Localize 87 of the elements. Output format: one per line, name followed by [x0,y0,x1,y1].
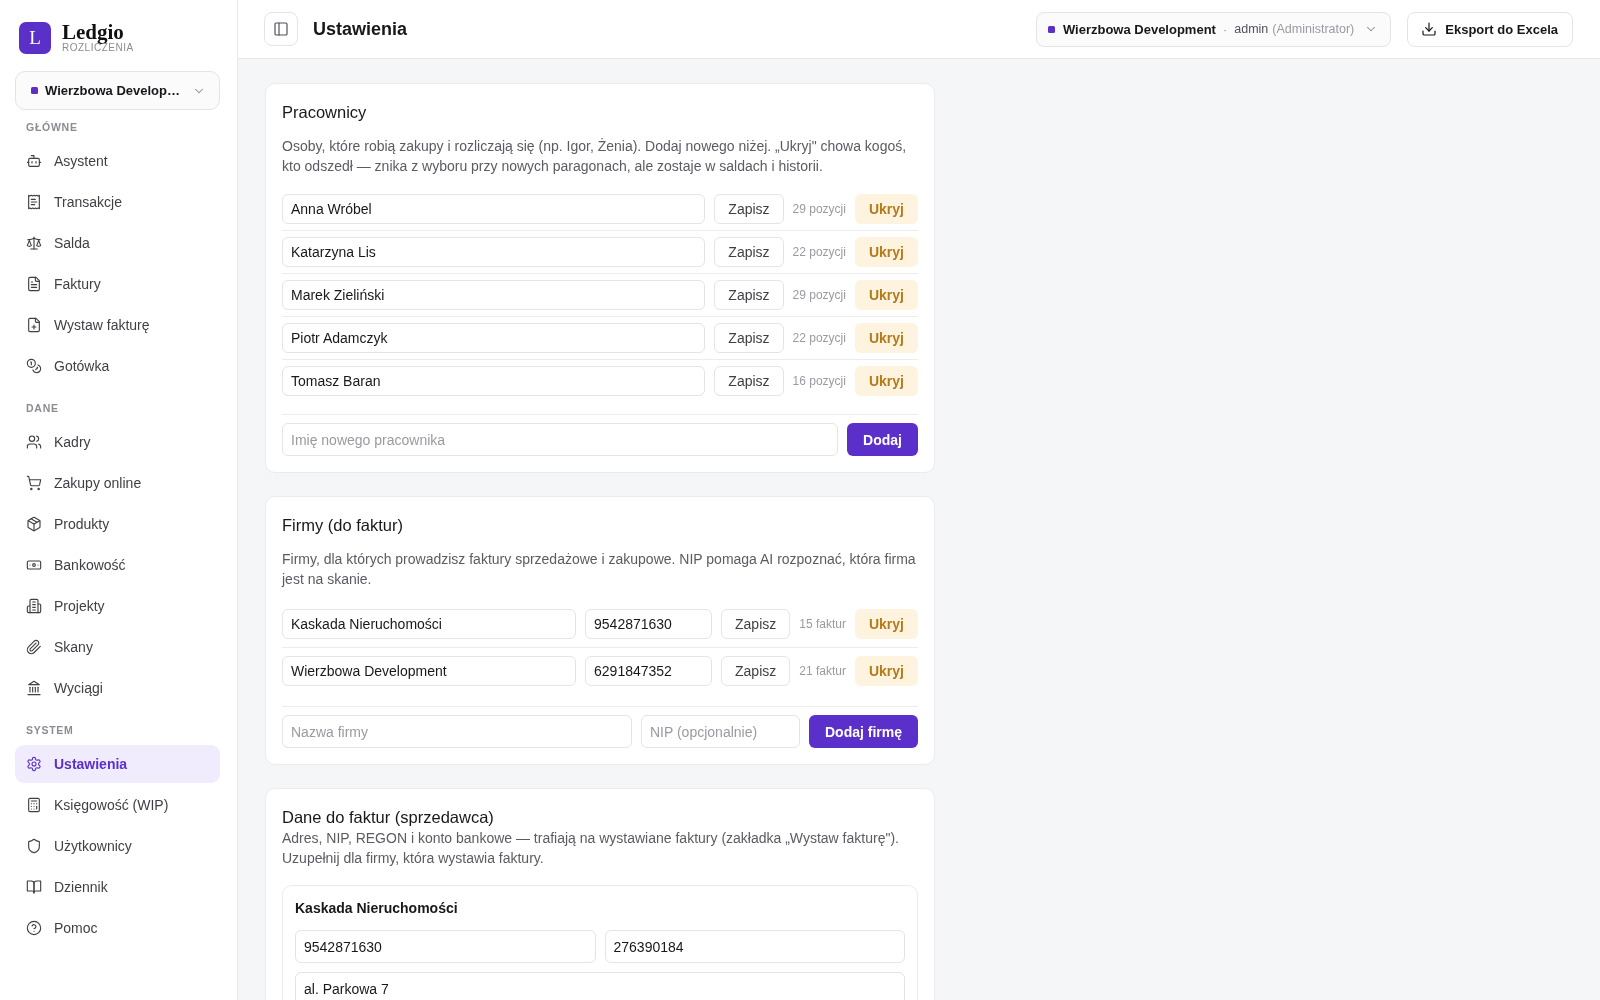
item-count: 16 pozycji [792,374,846,388]
save-button[interactable]: Zapisz [721,609,791,639]
add-button[interactable]: Dodaj [847,423,918,456]
paperclip-icon [26,639,42,655]
save-button[interactable]: Zapisz [714,323,784,353]
card-title: Pracownicy [282,102,368,123]
download-icon [1421,21,1438,37]
name-field[interactable]: Piotr Adamczyk [282,323,706,353]
box-icon [26,516,42,532]
nav-section-label: DANE [25,401,60,415]
nav-item[interactable]: Pomoc [15,909,220,947]
new-company-field[interactable]: Nazwa firmy [282,715,632,748]
people-icon [26,434,42,450]
item-count: 22 pozycji [792,331,846,345]
nav-item[interactable]: Transakcje [15,183,220,221]
nip-field[interactable]: 9542871630 [585,609,713,639]
nav-item[interactable]: Zakupy online [15,464,220,502]
save-button[interactable]: Zapisz [714,194,784,224]
nav-item[interactable]: Wystaw fakturę [15,306,220,344]
nav-item[interactable]: Dziennik [15,868,220,906]
robot-icon [26,153,42,169]
save-button[interactable]: Zapisz [714,280,784,310]
nav-item[interactable]: Gotówka [15,347,220,385]
help-icon [26,920,42,936]
card-description: Osoby, które robią zakupy i rozliczają się (np. Igor, Żenia). Dodaj nowego niżej. „Ukryj" chowa kogoś, kto odszedł — znika z wyboru przy nowych paragonach, ale zostaje w saldach i historii. [282,137,908,176]
nav-item[interactable]: Ustawienia [15,745,220,783]
nav-item[interactable]: Wyciągi [15,669,220,707]
company-switcher[interactable]: Wierzbowa Development · admin (Administrator) [1035,11,1392,47]
calculator-icon [26,797,42,813]
nav-item[interactable]: Użytkownicy [15,827,220,865]
save-button[interactable]: Zapisz [714,237,784,267]
banknote-icon [26,557,42,573]
card-description: Adres, NIP, REGON i konto bankowe — trafiają na wystawiane faktury (zakładka „Wystaw fakturę"). Uzupełnij dla firmy, która wystawia faktury. [282,829,900,868]
panel-icon [273,21,289,37]
save-button[interactable]: Zapisz [714,366,784,396]
nav-section-label: SYSTEM [25,723,75,737]
building-icon [26,598,42,614]
card-title: Firmy (do faktur) [282,515,404,536]
document-icon [26,276,42,292]
page-title: Ustawienia [313,18,408,40]
receipt-icon [26,194,42,210]
add-company-button[interactable]: Dodaj firmę [809,715,918,748]
export-button[interactable]: Eksport do Excela [1407,11,1573,47]
nav-section-label: GŁÓWNE [25,120,79,134]
nav-item[interactable]: Asystent [15,142,220,180]
nip-field[interactable]: 6291847352 [585,656,713,686]
document-plus-icon [26,317,42,333]
nav-item[interactable]: Produkty [15,505,220,543]
cart-icon [26,475,42,491]
app-logo: L [19,22,51,54]
coins-icon [26,358,42,374]
nav-item[interactable]: Salda [15,224,220,262]
invoice-count: 21 faktur [799,664,846,678]
item-count: 22 pozycji [792,245,846,259]
name-field[interactable]: Anna Wróbel [282,194,706,224]
company-select[interactable]: Wierzbowa Develop… [15,71,220,110]
new-employee-field[interactable]: Imię nowego pracownika [282,423,839,456]
name-field[interactable]: Tomasz Baran [282,366,706,396]
company-name-field[interactable]: Kaskada Nieruchomości [282,609,577,639]
book-icon [26,879,42,895]
nip-field[interactable]: 9542871630 [295,930,596,963]
save-button[interactable]: Zapisz [721,656,791,686]
bank-icon [26,680,42,696]
name-field[interactable]: Marek Zieliński [282,280,706,310]
name-field[interactable]: Katarzyna Lis [282,237,706,267]
nav-item[interactable]: Bankowość [15,546,220,584]
item-count: 29 pozycji [792,202,846,216]
company-name-field[interactable]: Wierzbowa Development [282,656,577,686]
card-description: Firmy, dla których prowadzisz faktury sprzedażowe i zakupowe. NIP pomaga AI rozpoznać, która firma jest na skanie. [282,550,917,589]
nav-item[interactable]: Skany [15,628,220,666]
app-tagline: ROZLICZENIA [62,42,134,54]
new-nip-field[interactable]: NIP (opcjonalnie) [641,715,800,748]
item-count: 29 pozycji [792,288,846,302]
settings-icon [26,756,42,772]
shield-icon [26,838,42,854]
invoice-count: 15 faktur [799,617,846,631]
company-name: Kaskada Nieruchomości [295,899,459,918]
regon-field[interactable]: 276390184 [604,930,905,963]
nav-item[interactable]: Projekty [15,587,220,625]
nav-item[interactable]: Księgowość (WIP) [15,786,220,824]
nav-item[interactable]: Faktury [15,265,220,303]
scale-icon [26,235,42,251]
app-name: Ledgio [62,22,124,42]
nav-item[interactable]: Kadry [15,423,220,461]
address-field[interactable]: al. Parkowa 7 [295,972,905,1000]
sidebar-toggle-button[interactable] [264,12,298,46]
card-title: Dane do faktur (sprzedawca) [282,807,495,828]
